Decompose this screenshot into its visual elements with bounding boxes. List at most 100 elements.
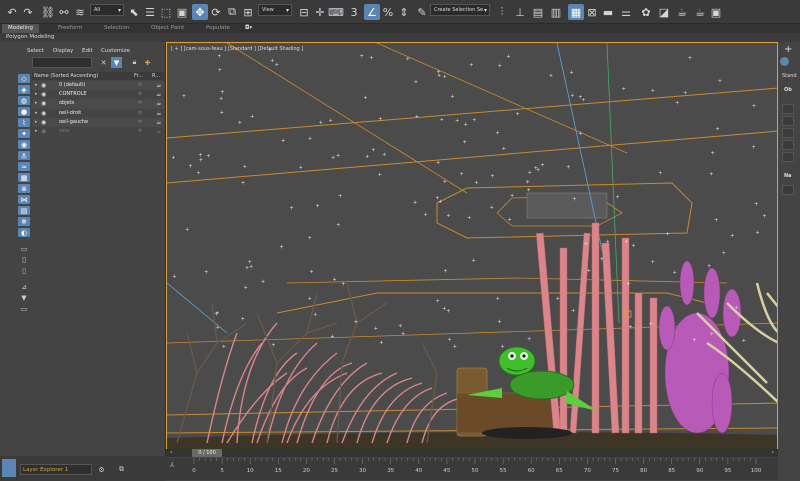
snaps-3d-icon[interactable]: 3 <box>346 4 362 20</box>
freeze-icon[interactable]: ✻ <box>138 81 142 90</box>
layer-explorer-dropdown[interactable]: Layer Explorer 1 <box>20 464 92 475</box>
object-type-button[interactable] <box>782 116 794 126</box>
mirror-icon[interactable]: ⫶ <box>494 4 510 20</box>
layer-row[interactable]: ▸ ◉ oeil-droit ✻ ☕ <box>32 109 164 118</box>
xrefs-filter-icon[interactable]: ⊗ <box>18 184 30 193</box>
ribbon-options-icon[interactable]: ◘▾ <box>245 24 252 33</box>
align-icon[interactable]: ⊥ <box>512 4 528 20</box>
maxscript-mini-listener[interactable] <box>2 459 16 477</box>
visibility-eye-icon[interactable]: ◉ <box>41 90 46 99</box>
tab-freeform[interactable]: Freeform <box>58 24 83 33</box>
window-crossing-icon[interactable]: ▣ <box>174 4 190 20</box>
camera-viewport[interactable]: + + + + + + + + + + + + + + + + + + + + + + + + + + + + + + + + + + + + + + + +… <box>166 42 778 456</box>
geometry-category-icon[interactable] <box>780 57 789 66</box>
toggle-scene-explorer-icon[interactable]: ▤ <box>530 4 546 20</box>
render-icon[interactable]: ☕ <box>674 4 690 20</box>
frozen-column-header[interactable]: Fr... <box>134 72 143 80</box>
render-setup-icon[interactable]: ✿ <box>638 4 654 20</box>
tab-object-paint[interactable]: Object Paint <box>151 24 184 33</box>
layer-row[interactable]: ▸ ◉ ssss ✻ ☕ <box>32 127 164 136</box>
containers-filter-icon[interactable]: ▤ <box>18 206 30 215</box>
groups-filter-icon[interactable]: ▩ <box>18 173 30 182</box>
object-type-button[interactable] <box>782 152 794 162</box>
visibility-eye-icon[interactable]: ◉ <box>41 81 46 90</box>
tab-populate[interactable]: Populate <box>206 24 230 33</box>
select-by-name-icon[interactable]: ☰ <box>142 4 158 20</box>
geometry-filter-icon[interactable]: ● <box>18 107 30 116</box>
name-field[interactable] <box>782 185 794 195</box>
use-pivot-center-icon[interactable]: ⊟ <box>296 4 312 20</box>
filter-icon[interactable]: ⊿ <box>18 282 30 291</box>
selection-filter[interactable]: All <box>90 4 124 16</box>
toggle-ribbon-icon[interactable]: ▦ <box>568 4 584 20</box>
display-invert-icon[interactable]: ◍ <box>18 96 30 105</box>
explorer-settings-icon[interactable]: ⚙ <box>96 464 107 475</box>
bones-filter-icon[interactable]: ⋈ <box>18 195 30 204</box>
expand-arrow-icon[interactable]: ▸ <box>35 127 38 136</box>
object-type-button[interactable] <box>782 104 794 114</box>
render-activeshade-icon[interactable]: ▣ <box>708 4 724 20</box>
expand-arrow-icon[interactable]: ▸ <box>35 81 38 90</box>
search-input[interactable] <box>32 57 92 68</box>
menu-select[interactable]: Select <box>27 46 44 56</box>
toggle-layer-explorer-icon[interactable]: ▥ <box>548 4 564 20</box>
expand-arrow-icon[interactable]: ▸ <box>35 109 38 118</box>
unlink-icon[interactable]: ⚯ <box>56 4 72 20</box>
layer-row[interactable]: ▸ ◉ 0 (default) ✻ ☕ <box>32 81 164 91</box>
freeze-icon[interactable]: ✻ <box>138 127 142 136</box>
name-color-rollout[interactable]: Na <box>784 173 792 179</box>
schematic-view-icon[interactable]: ▬ <box>600 4 616 20</box>
object-type-rollout[interactable]: Ob <box>784 87 792 93</box>
renderable-icon[interactable]: ☕ <box>156 109 161 118</box>
menu-display[interactable]: Display <box>53 46 73 56</box>
helpers-filter-icon[interactable]: ⚓ <box>18 151 30 160</box>
named-selection-set[interactable]: Create Selection Se <box>430 4 490 16</box>
link-icon[interactable]: ⛓ <box>40 4 56 20</box>
reference-coordinate-select[interactable]: View <box>258 4 292 16</box>
menu-edit[interactable]: Edit <box>82 46 93 56</box>
display-all-icon[interactable]: ◈ <box>18 85 30 94</box>
renderable-icon[interactable]: ☕ <box>156 81 161 90</box>
primitive-type-dropdown[interactable]: Stand <box>782 73 797 79</box>
renderable-icon[interactable]: ☕ <box>156 127 161 136</box>
select-manipulate-icon[interactable]: ✛ <box>312 4 328 20</box>
freeze-icon[interactable]: ✻ <box>138 118 142 127</box>
angle-snap-icon[interactable]: ∠ <box>364 4 380 20</box>
time-slider-track[interactable]: 0 / 100 ‹ › <box>166 449 778 457</box>
undo-icon[interactable]: ↶ <box>4 4 20 20</box>
freeze-icon[interactable]: ✻ <box>138 99 142 108</box>
lock-icon[interactable]: 🔒︎ <box>129 57 140 68</box>
edit-named-selection-icon[interactable]: ✎ <box>414 4 430 20</box>
render-iterative-icon[interactable]: ☕ <box>692 4 708 20</box>
tab-modeling[interactable]: Modeling <box>2 24 40 33</box>
layer-row[interactable]: ▸ ◉ objets ✻ ☕ <box>32 99 164 109</box>
bind-space-warp-icon[interactable]: ≋ <box>72 4 88 20</box>
layer-row[interactable]: ▸ ◉ oeil-gauche ✻ ☕ <box>32 117 164 127</box>
rendered-frame-icon[interactable]: ◪ <box>656 4 672 20</box>
page-icon[interactable]: ▯ <box>18 266 30 275</box>
render-column-header[interactable]: R... <box>152 72 160 80</box>
prev-frame-icon[interactable]: ‹ <box>170 449 172 456</box>
freeze-icon[interactable]: ✻ <box>138 90 142 99</box>
pivot-icon[interactable]: ⊞ <box>240 4 256 20</box>
tab-selection[interactable]: Selection <box>104 24 129 33</box>
new-layer-icon[interactable]: ✚ <box>142 57 153 68</box>
hidden-filter-icon[interactable]: ◐ <box>18 228 30 237</box>
expand-arrow-icon[interactable]: ▸ <box>35 90 38 99</box>
space-warps-filter-icon[interactable]: ≈ <box>18 162 30 171</box>
rotate-icon[interactable]: ⟳ <box>208 4 224 20</box>
visibility-eye-icon[interactable]: ◉ <box>41 99 46 108</box>
redo-icon[interactable]: ↷ <box>20 4 36 20</box>
trackbar[interactable]: ⅄ 0 5 10 15 20 25 30 35 40 45 50 55 60 65 70 75 80 85 90 95… <box>166 458 778 480</box>
keyboard-shortcut-icon[interactable]: ⌨ <box>328 4 344 20</box>
renderable-icon[interactable]: ☕ <box>156 90 161 99</box>
frozen-filter-icon[interactable]: ❄ <box>18 217 30 226</box>
object-type-button[interactable] <box>782 140 794 150</box>
rectangle-region-icon[interactable]: ⬚ <box>158 4 174 20</box>
renderable-icon[interactable]: ☕ <box>156 99 161 108</box>
create-tab-icon[interactable]: + <box>784 44 792 55</box>
expand-arrow-icon[interactable]: ▸ <box>35 99 38 108</box>
explorer-popout-icon[interactable]: ⧉ <box>116 464 127 475</box>
move-icon[interactable]: ✥ <box>192 4 208 20</box>
scale-icon[interactable]: ⧉ <box>224 4 240 20</box>
